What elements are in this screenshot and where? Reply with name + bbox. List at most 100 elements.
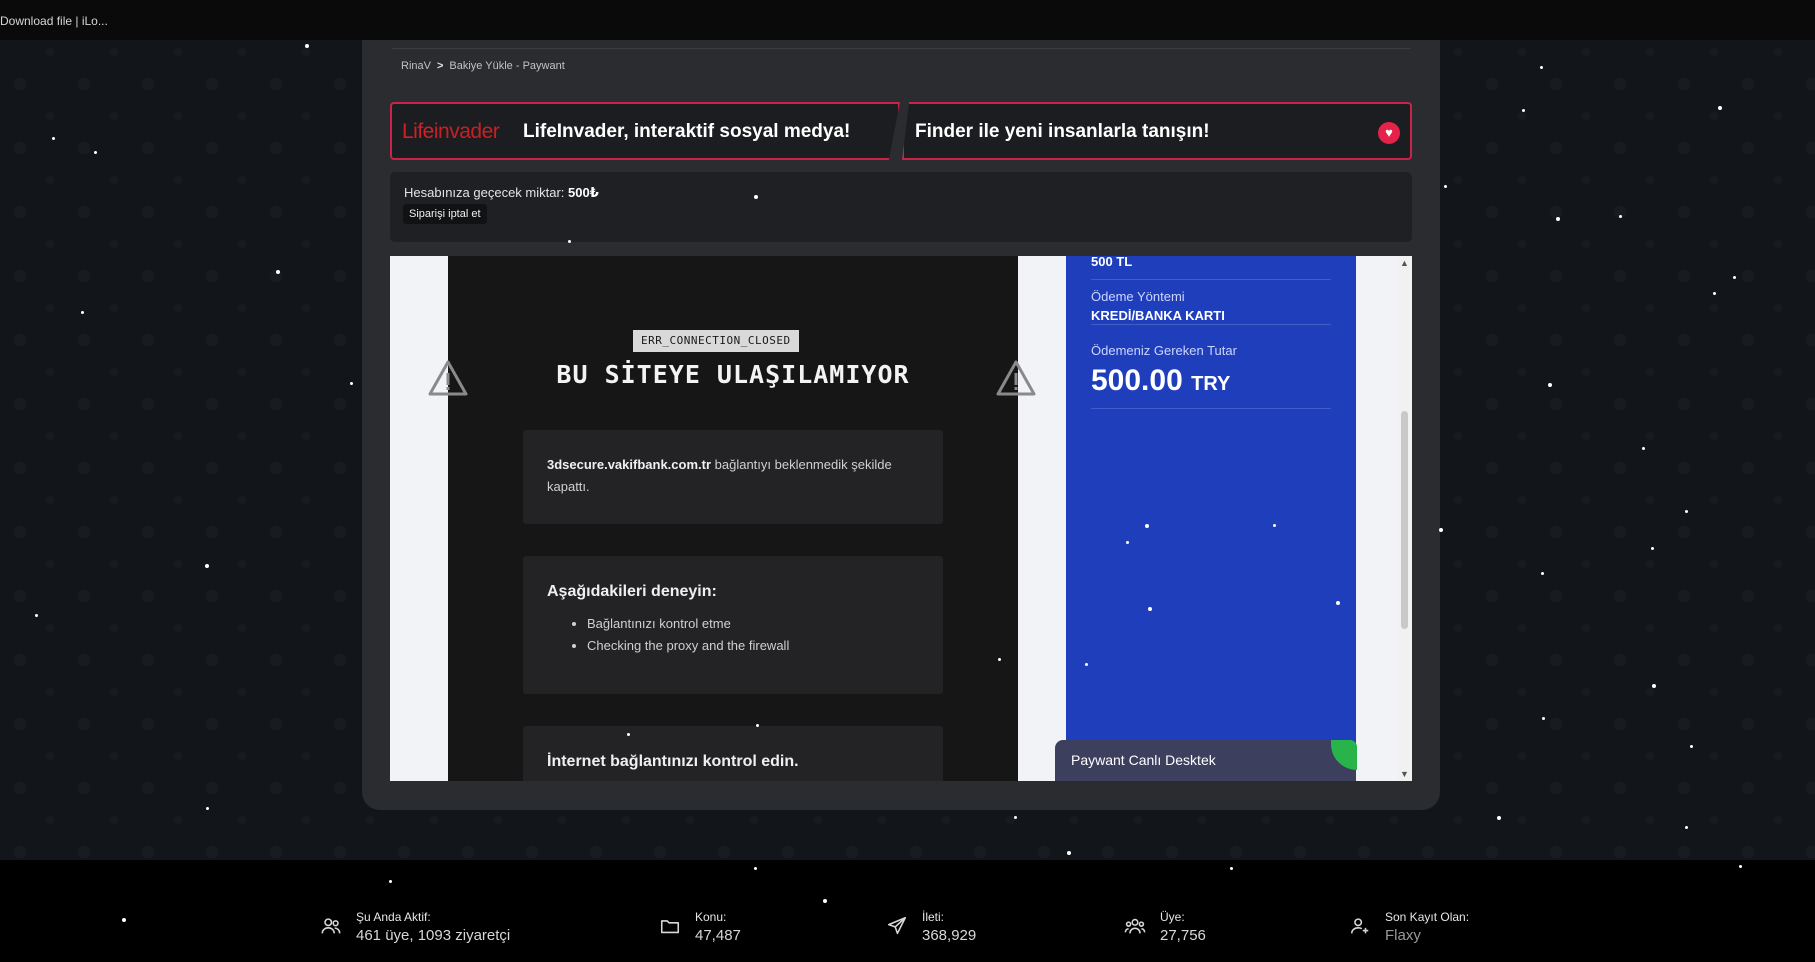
error-message-card: 3dsecure.vakifbank.com.tr bağlantıyı bek…	[523, 430, 943, 524]
stat-members: Üye: 27,756	[1124, 910, 1206, 944]
payment-method-value: KREDİ/BANKA KARTI	[1091, 308, 1225, 323]
stat-threads: Konu: 47,487	[659, 910, 741, 944]
snowflake	[305, 44, 309, 48]
snowflake	[1718, 106, 1722, 110]
snowflake	[1145, 524, 1149, 528]
iframe-scrollbar[interactable]: ▲ ▼	[1397, 256, 1412, 781]
browser-top-bar: Download file | iLo...	[0, 0, 1815, 40]
partial-value: 500 TL	[1091, 256, 1133, 269]
payment-summary-panel: 500 TL Ödeme Yöntemi KREDİ/BANKA KARTI Ö…	[1066, 256, 1356, 781]
latest-member-link[interactable]: Flaxy	[1385, 927, 1469, 944]
stat-value: 368,929	[922, 927, 977, 944]
stat-value: 47,487	[695, 927, 741, 944]
list-item: Bağlantınızı kontrol etme	[587, 613, 919, 635]
lifeinvader-logo: Lifeinvader	[402, 120, 500, 144]
scroll-up-icon[interactable]: ▲	[1397, 256, 1412, 270]
snowflake	[1014, 816, 1017, 819]
error-host: 3dsecure.vakifbank.com.tr	[547, 457, 712, 472]
suggestions-card: Aşağıdakileri deneyin: Bağlantınızı kont…	[523, 556, 943, 694]
scroll-thumb[interactable]	[1401, 411, 1408, 629]
forum-stats-footer: Şu Anda Aktif: 461 üye, 1093 ziyaretçi K…	[0, 860, 1815, 962]
stat-latest-member: Son Kayıt Olan: Flaxy	[1349, 910, 1469, 944]
snowflake	[1230, 867, 1233, 870]
connection-card: İnternet bağlantınızı kontrol edin.	[523, 726, 943, 781]
suggestions-list: Bağlantınızı kontrol etme Checking the p…	[547, 613, 919, 657]
user-plus-icon	[1350, 918, 1369, 934]
snowflake	[1542, 717, 1545, 720]
live-chat-label: Paywant Canlı Desktek	[1071, 752, 1216, 768]
payment-method-row: Ödeme Yöntemi KREDİ/BANKA KARTI	[1091, 289, 1331, 325]
error-message: 3dsecure.vakifbank.com.tr bağlantıyı bek…	[547, 454, 919, 498]
logo-light: invader	[433, 120, 500, 143]
breadcrumb: RinaV > Bakiye Yükle - Paywant	[401, 60, 565, 72]
snowflake	[1556, 217, 1560, 221]
snowflake	[94, 151, 97, 154]
stat-label: Üye:	[1160, 910, 1185, 924]
snowflake	[1126, 541, 1129, 544]
stat-value: 461 üye, 1093 ziyaretçi	[356, 927, 511, 944]
snowflake	[1713, 292, 1716, 295]
users-icon	[321, 918, 341, 934]
error-title: BU SİTEYE ULAŞILAMIYOR	[556, 360, 910, 389]
snowflake	[1548, 383, 1552, 387]
snowflake	[81, 311, 84, 314]
breadcrumb-current[interactable]: Bakiye Yükle - Paywant	[449, 60, 564, 72]
payment-row: 500 TL	[1091, 256, 1331, 280]
payment-amount-currency: TRY	[1191, 373, 1231, 395]
scroll-down-icon[interactable]: ▼	[1397, 767, 1412, 781]
stat-active: Şu Anda Aktif: 461 üye, 1093 ziyaretçi	[320, 910, 510, 944]
snowflake	[1067, 851, 1071, 855]
heart-icon: ♥	[1378, 122, 1400, 144]
snowflake	[389, 880, 392, 883]
error-page: ERR_CONNECTION_CLOSED BU SİTEYE ULAŞILAM…	[428, 256, 1036, 781]
finder-banner[interactable]: Finder ile yeni insanlarla tanışın! ♥	[902, 102, 1412, 160]
list-item: Checking the proxy and the firewall	[587, 635, 919, 657]
folder-icon	[660, 920, 680, 934]
snowflake	[1522, 109, 1525, 112]
payment-amount-label: Ödemeniz Gereken Tutar	[1091, 343, 1237, 358]
live-chat-widget[interactable]: Paywant Canlı Desktek	[1055, 740, 1357, 781]
group-icon	[1124, 918, 1146, 934]
cancel-order-button[interactable]: Siparişi iptal et	[403, 204, 487, 224]
snowflake	[1619, 215, 1622, 218]
payment-amount-number: 500.00	[1091, 364, 1183, 397]
snowflake	[52, 137, 55, 140]
snowflake	[1273, 524, 1276, 527]
snowflake	[1336, 601, 1340, 605]
payment-method-label: Ödeme Yöntemi	[1091, 289, 1185, 304]
main-panel: RinaV > Bakiye Yükle - Paywant Lifeinvad…	[362, 40, 1440, 810]
payment-iframe[interactable]: ERR_CONNECTION_CLOSED BU SİTEYE ULAŞILAM…	[390, 256, 1412, 781]
suggestions-heading: Aşağıdakileri deneyin:	[547, 583, 717, 600]
order-amount-value: 500₺	[568, 185, 599, 200]
breadcrumb-home[interactable]: RinaV	[401, 60, 431, 72]
chat-status-icon	[1331, 740, 1357, 770]
snowflake	[205, 564, 209, 568]
order-info-box: Hesabınıza geçecek miktar: 500₺ Siparişi…	[390, 172, 1412, 242]
logo-bold: Life	[402, 120, 434, 143]
stat-posts: İleti: 368,929	[886, 910, 976, 944]
snowflake	[1540, 66, 1543, 69]
snowflake	[1497, 816, 1501, 820]
snowflake	[568, 240, 571, 243]
snowflake	[1652, 684, 1656, 688]
snowflake	[756, 724, 759, 727]
stat-label: Konu:	[695, 910, 727, 924]
snowflake	[1444, 185, 1447, 188]
snowflake	[1690, 745, 1693, 748]
snowflake	[1439, 528, 1443, 532]
stat-label: Şu Anda Aktif:	[356, 910, 431, 924]
snowflake	[1651, 547, 1654, 550]
snowflake	[350, 382, 353, 385]
snowflake	[823, 899, 827, 903]
stat-value: 27,756	[1160, 927, 1206, 944]
snowflake	[1148, 607, 1152, 611]
tab-title[interactable]: Download file | iLo...	[0, 14, 108, 28]
snowflake	[998, 658, 1001, 661]
snowflake	[1733, 276, 1736, 279]
snowflake	[754, 195, 758, 199]
snowflake	[206, 807, 209, 810]
send-icon	[887, 916, 907, 935]
lifeinvader-banner[interactable]: Lifeinvader LifeInvader, interaktif sosy…	[390, 102, 900, 160]
snowflake	[627, 733, 630, 736]
snowflake	[1685, 826, 1688, 829]
